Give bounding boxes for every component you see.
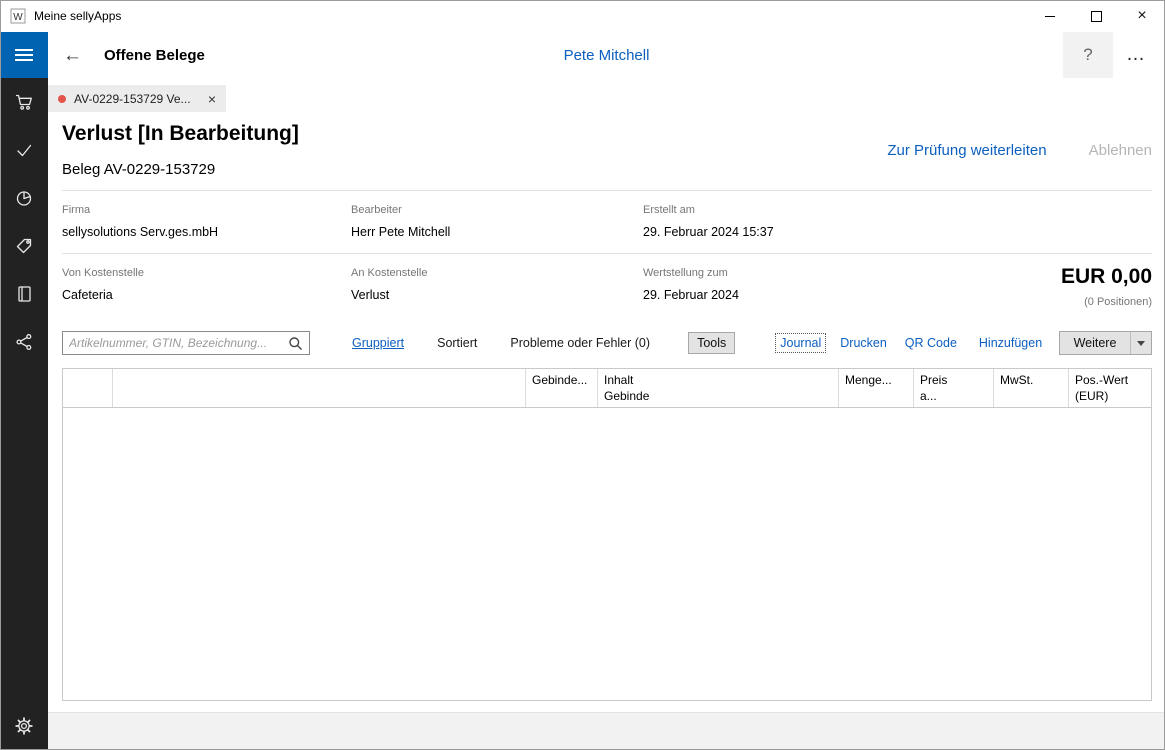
sidebar-item-statistics[interactable]: [0, 174, 48, 222]
pie-chart-icon: [14, 188, 34, 208]
column-header-pos-wert: Pos.-Wert (EUR): [1069, 369, 1151, 407]
positions-toolbar: Gruppiert Sortiert Probleme oder Fehler …: [62, 330, 1152, 356]
tab-close-button[interactable]: ×: [200, 91, 216, 107]
tab-label: AV-0229-153729 Ve...: [74, 92, 191, 106]
close-button[interactable]: ×: [1119, 0, 1165, 32]
document-number: Beleg AV-0229-153729: [62, 161, 215, 178]
window-controls: ×: [1027, 0, 1165, 32]
field-label: Bearbeiter: [351, 204, 643, 216]
field-value: Cafeteria: [62, 288, 351, 302]
info-row-1: Firma sellysolutions Serv.ges.mbH Bearbe…: [62, 190, 1152, 253]
maximize-icon: [1091, 11, 1102, 22]
minimize-icon: [1045, 16, 1055, 17]
column-header-empty-2: [113, 369, 526, 407]
field-label: Wertstellung zum: [643, 267, 932, 279]
column-header-preis: Preis a...: [914, 369, 994, 407]
sidebar-item-cart[interactable]: [0, 78, 48, 126]
total-amount: EUR 0,00: [1061, 265, 1152, 289]
minimize-button[interactable]: [1027, 0, 1073, 32]
document-actions: Zur Prüfung weiterleiten Ablehnen: [887, 142, 1152, 159]
titlebar: W Meine sellyApps ×: [0, 0, 1165, 32]
qr-code-link[interactable]: QR Code: [905, 336, 957, 350]
info-row-2: Von Kostenstelle Cafeteria An Kostenstel…: [62, 253, 1152, 316]
sorted-toggle[interactable]: Sortiert: [437, 336, 477, 350]
column-header-inhalt-gebinde: Inhalt Gebinde: [598, 369, 839, 407]
add-link[interactable]: Hinzufügen: [979, 336, 1042, 350]
search-icon: [288, 336, 309, 351]
unsaved-dot-icon: [58, 95, 66, 103]
field-value: sellysolutions Serv.ges.mbH: [62, 225, 351, 239]
forward-review-button[interactable]: Zur Prüfung weiterleiten: [887, 142, 1046, 159]
field-erstellt-am: Erstellt am 29. Februar 2024 15:37: [643, 204, 932, 239]
reject-button: Ablehnen: [1089, 142, 1152, 159]
positions-table: Gebinde... Inhalt Gebinde Menge... Preis…: [62, 368, 1152, 701]
app-icon: W: [10, 8, 26, 24]
more-options-button[interactable]: …: [1113, 32, 1159, 78]
grouped-toggle[interactable]: Gruppiert: [352, 336, 404, 350]
problems-toggle[interactable]: Probleme oder Fehler (0): [510, 336, 650, 350]
footer-bar: [48, 712, 1165, 750]
sidebar-item-tasks[interactable]: [0, 126, 48, 174]
positions-count: (0 Positionen): [1061, 296, 1152, 308]
sidebar-item-network[interactable]: [0, 318, 48, 366]
field-label: Erstellt am: [643, 204, 932, 216]
back-button[interactable]: ←: [63, 46, 82, 65]
field-value: 29. Februar 2024: [643, 288, 932, 302]
sidebar-settings-button[interactable]: [0, 702, 48, 750]
print-link[interactable]: Drucken: [840, 336, 887, 350]
window-title: Meine sellyApps: [34, 9, 121, 23]
chevron-down-icon: [1130, 332, 1151, 354]
cart-icon: [14, 92, 34, 112]
svg-text:W: W: [13, 12, 23, 23]
field-value: Herr Pete Mitchell: [351, 225, 643, 239]
search-input[interactable]: [63, 336, 288, 350]
nav-menu-button[interactable]: [0, 32, 48, 78]
check-icon: [14, 140, 34, 160]
field-label: Firma: [62, 204, 351, 216]
field-label: An Kostenstelle: [351, 267, 643, 279]
column-header-empty-1: [63, 369, 113, 407]
share-icon: [14, 332, 34, 352]
hamburger-icon: [15, 46, 33, 64]
field-bearbeiter: Bearbeiter Herr Pete Mitchell: [351, 204, 643, 239]
field-von-kostenstelle: Von Kostenstelle Cafeteria: [62, 267, 351, 302]
gear-icon: [14, 716, 34, 736]
sidebar-item-pricing[interactable]: [0, 222, 48, 270]
table-header-row: Gebinde... Inhalt Gebinde Menge... Preis…: [63, 369, 1151, 408]
document-total: EUR 0,00 (0 Positionen): [1061, 265, 1152, 308]
page-title: Offene Belege: [104, 47, 205, 64]
document-info: Firma sellysolutions Serv.ges.mbH Bearbe…: [62, 190, 1152, 316]
field-an-kostenstelle: An Kostenstelle Verlust: [351, 267, 643, 302]
journal-link[interactable]: Journal: [775, 333, 826, 353]
more-actions-label: Weitere: [1060, 336, 1130, 350]
field-value: 29. Februar 2024 15:37: [643, 225, 932, 239]
tag-icon: [14, 236, 34, 256]
help-button[interactable]: ?: [1063, 32, 1113, 78]
app-header: ← Offene Belege Pete Mitchell ? …: [0, 32, 1165, 78]
field-firma: Firma sellysolutions Serv.ges.mbH: [62, 204, 351, 239]
field-label: Von Kostenstelle: [62, 267, 351, 279]
column-header-menge: Menge...: [839, 369, 914, 407]
book-icon: [14, 284, 34, 304]
article-search[interactable]: [62, 331, 310, 355]
user-name-link[interactable]: Pete Mitchell: [564, 47, 650, 64]
maximize-button[interactable]: [1073, 0, 1119, 32]
field-wertstellung: Wertstellung zum 29. Februar 2024: [643, 267, 932, 302]
tools-button[interactable]: Tools: [688, 332, 735, 354]
sidebar-nav: [0, 78, 48, 750]
column-header-gebinde: Gebinde...: [526, 369, 598, 407]
sidebar-item-journal[interactable]: [0, 270, 48, 318]
main-content: AV-0229-153729 Ve... × Verlust [In Bearb…: [48, 78, 1165, 750]
table-body-empty: [63, 408, 1151, 701]
column-header-mwst: MwSt.: [994, 369, 1069, 407]
more-actions-button[interactable]: Weitere: [1059, 331, 1152, 355]
field-value: Verlust: [351, 288, 643, 302]
document-tab[interactable]: AV-0229-153729 Ve... ×: [48, 85, 226, 112]
document-title: Verlust [In Bearbeitung]: [62, 122, 299, 146]
